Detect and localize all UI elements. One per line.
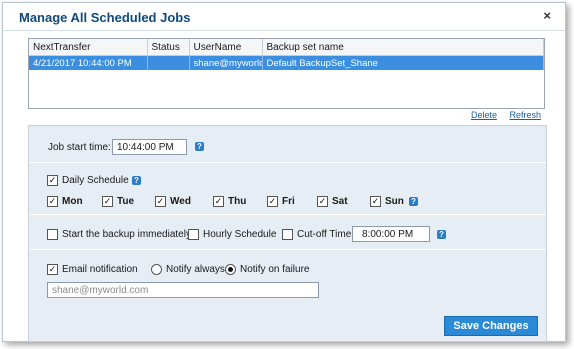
column-header-status[interactable]: Status: [147, 39, 190, 56]
day-label-wed: Wed: [170, 196, 191, 207]
table-actions: Delete Refresh: [461, 110, 541, 120]
notify-failure-label: Notify on failure: [240, 264, 310, 275]
day-label-sun: Sun: [385, 196, 404, 207]
email-notification-section: ✓ Email notification Notify always Notif…: [29, 250, 546, 310]
day-checkbox-tue[interactable]: ✓: [102, 196, 113, 207]
save-changes-button[interactable]: Save Changes: [444, 316, 538, 336]
notify-always-radio[interactable]: [151, 264, 162, 275]
day-label-thu: Thu: [228, 196, 247, 207]
email-notification-checkbox[interactable]: ✓: [47, 264, 58, 275]
help-icon[interactable]: ?: [437, 230, 446, 239]
column-header-backup-set[interactable]: Backup set name: [262, 39, 544, 56]
job-start-section: Job start time: 10:44:00 PM ?: [29, 126, 546, 163]
daily-schedule-section: ✓ Daily Schedule ? ✓ Mon ✓ Tue ✓ Wed ✓ T…: [29, 163, 546, 215]
close-icon[interactable]: ×: [543, 8, 551, 23]
hourly-schedule-label: Hourly Schedule: [203, 229, 277, 240]
start-immediately-label: Start the backup immediately: [62, 229, 191, 240]
job-start-label: Job start time:: [48, 142, 111, 153]
day-checkbox-mon[interactable]: ✓: [47, 196, 58, 207]
day-label-sat: Sat: [332, 196, 348, 207]
jobs-table: NextTransfer Status UserName Backup set …: [28, 38, 545, 109]
day-checkbox-fri[interactable]: ✓: [267, 196, 278, 207]
hourly-schedule-checkbox[interactable]: [188, 229, 199, 240]
daily-schedule-label: Daily Schedule: [62, 175, 129, 186]
delete-link[interactable]: Delete: [471, 110, 497, 120]
day-label-fri: Fri: [282, 196, 295, 207]
options-section: Start the backup immediately Hourly Sche…: [29, 215, 546, 250]
dialog-titlebar: Manage All Scheduled Jobs ×: [3, 3, 565, 31]
help-icon[interactable]: ?: [409, 197, 418, 206]
cell-username: shane@myworld....: [189, 55, 263, 70]
cell-status: [147, 55, 190, 70]
email-field[interactable]: shane@myworld.com: [47, 282, 319, 298]
help-icon[interactable]: ?: [132, 176, 141, 185]
cell-next-transfer: 4/21/2017 10:44:00 PM: [29, 55, 148, 70]
day-checkbox-sun[interactable]: ✓: [370, 196, 381, 207]
cutoff-time-input[interactable]: 8:00:00 PM: [352, 226, 430, 242]
day-checkbox-thu[interactable]: ✓: [213, 196, 224, 207]
day-checkbox-sat[interactable]: ✓: [317, 196, 328, 207]
cell-backup-set: Default BackupSet_Shane: [262, 55, 544, 70]
start-immediately-checkbox[interactable]: [47, 229, 58, 240]
cutoff-time-checkbox[interactable]: [282, 229, 293, 240]
notify-always-label: Notify always: [166, 264, 225, 275]
job-start-time-input[interactable]: 10:44:00 PM: [112, 139, 187, 155]
table-row[interactable]: 4/21/2017 10:44:00 PM shane@myworld.... …: [29, 55, 544, 70]
column-header-next-transfer[interactable]: NextTransfer: [29, 39, 148, 56]
help-icon[interactable]: ?: [195, 142, 204, 151]
schedule-panel: Job start time: 10:44:00 PM ? ✓ Daily Sc…: [28, 125, 547, 342]
daily-schedule-checkbox[interactable]: ✓: [47, 175, 58, 186]
email-notification-label: Email notification: [62, 264, 138, 275]
day-label-tue: Tue: [117, 196, 135, 207]
day-checkbox-wed[interactable]: ✓: [155, 196, 166, 207]
dialog-title: Manage All Scheduled Jobs: [19, 10, 191, 25]
cutoff-time-label: Cut-off Time: [297, 229, 352, 240]
notify-failure-radio[interactable]: [225, 264, 236, 275]
day-label-mon: Mon: [62, 196, 83, 207]
manage-jobs-dialog: Manage All Scheduled Jobs × NextTransfer…: [2, 2, 566, 342]
refresh-link[interactable]: Refresh: [509, 110, 541, 120]
column-header-username[interactable]: UserName: [189, 39, 263, 56]
